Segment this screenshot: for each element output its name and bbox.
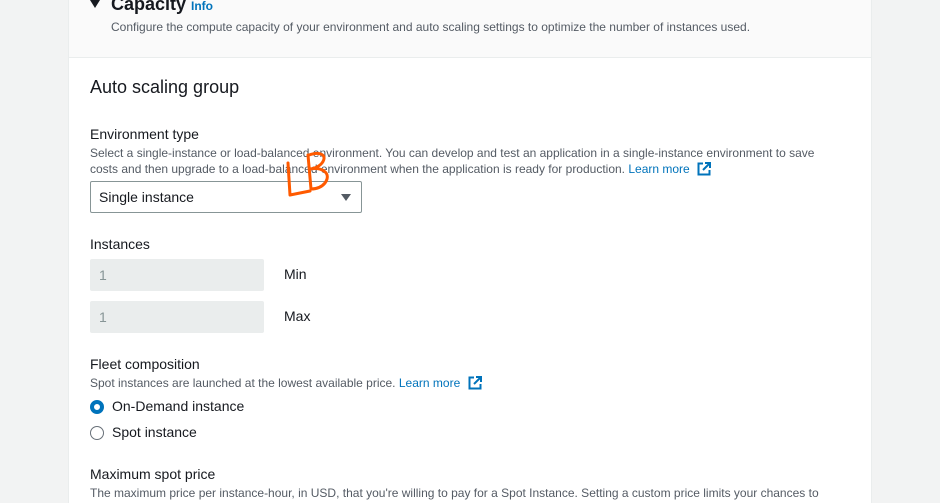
section-title: Auto scaling group <box>90 77 240 97</box>
min-label: Min <box>284 266 307 282</box>
capacity-panel: Capacity Info Configure the compute capa… <box>68 0 872 503</box>
info-link[interactable]: Info <box>191 0 213 13</box>
caret-down-icon[interactable] <box>90 0 100 8</box>
fleet-composition-description: Spot instances are launched at the lowes… <box>90 375 850 391</box>
learn-more-link[interactable]: Learn more <box>628 162 689 176</box>
radio-spot-label: Spot instance <box>112 424 197 440</box>
fleet-learn-more-link[interactable]: Learn more <box>399 376 460 390</box>
min-instances-input[interactable]: 1 <box>90 259 264 291</box>
dropdown-arrow-icon <box>341 194 351 201</box>
max-spot-price-label: Maximum spot price <box>90 466 216 482</box>
external-link-icon[interactable] <box>697 162 712 176</box>
capacity-header[interactable]: Capacity Info Configure the compute capa… <box>69 0 871 58</box>
min-instances-value: 1 <box>99 267 107 283</box>
environment-type-desc-line2: costs and then upgrade to a load-balance… <box>90 162 626 176</box>
environment-type-selected: Single instance <box>99 189 194 205</box>
radio-spot-icon[interactable] <box>90 426 104 440</box>
environment-type-desc-line2-wrap: costs and then upgrade to a load-balance… <box>90 161 850 177</box>
environment-type-desc-line1: Select a single-instance or load-balance… <box>90 146 815 160</box>
environment-type-description: Select a single-instance or load-balance… <box>90 145 850 177</box>
max-instances-value: 1 <box>99 309 107 325</box>
capacity-title: Capacity <box>111 0 187 14</box>
instances-label: Instances <box>90 236 150 252</box>
max-label: Max <box>284 308 311 324</box>
max-spot-price-description: The maximum price per instance-hour, in … <box>90 486 819 500</box>
external-link-icon[interactable] <box>468 376 482 390</box>
fleet-desc-text: Spot instances are launched at the lowes… <box>90 376 396 390</box>
handwritten-lb-annotation <box>286 151 329 197</box>
radio-on-demand-selected-icon[interactable] <box>90 400 104 414</box>
capacity-description: Configure the compute capacity of your e… <box>111 20 751 34</box>
radio-on-demand-label: On-Demand instance <box>112 398 245 414</box>
max-instances-input[interactable]: 1 <box>90 301 264 333</box>
environment-type-label: Environment type <box>90 126 199 142</box>
fleet-composition-label: Fleet composition <box>90 356 200 372</box>
